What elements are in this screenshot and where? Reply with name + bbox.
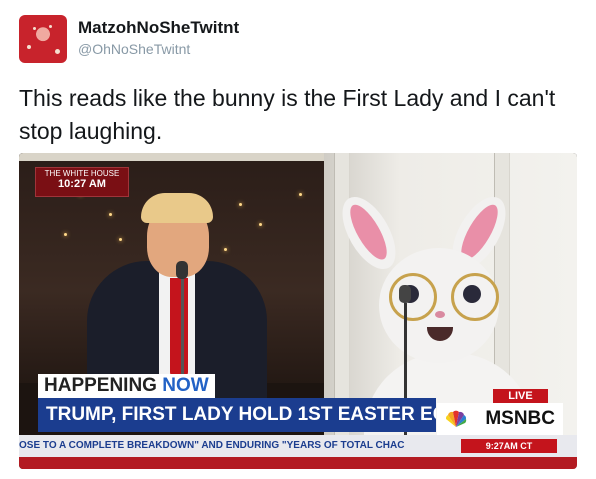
speaker-hair: [141, 193, 213, 223]
microphone-icon: [176, 261, 188, 279]
tweet-text: This reads like the bunny is the First L…: [19, 85, 556, 144]
speaker-tie: [170, 278, 188, 378]
live-badge: LIVE: [493, 389, 548, 403]
bottom-strip: [19, 457, 577, 469]
happening-label: HAPPENING: [44, 375, 157, 396]
headline-chyron: TRUMP, FIRST LADY HOLD 1ST EASTER EGG RO…: [38, 398, 436, 432]
now-label: NOW: [162, 375, 209, 396]
network-name: MSNBC: [485, 408, 555, 429]
bunny-nose: [435, 311, 445, 318]
user-handle[interactable]: @OhNoSheTwitnt: [78, 41, 190, 57]
ticker-text: OSE TO A COMPLETE BREAKDOWN" AND ENDURIN…: [19, 440, 405, 451]
peacock-icon: [445, 410, 467, 427]
tweet-card: MatzohNoSheTwitnt @OhNoSheTwitnt This re…: [0, 0, 596, 479]
location-bug: THE WHITE HOUSE 10:27 AM: [35, 167, 129, 197]
display-name[interactable]: MatzohNoSheTwitnt: [78, 18, 239, 38]
ticker-time: 9:27AM CT: [461, 439, 557, 453]
bug-time: 10:27 AM: [58, 178, 106, 190]
bunny-glasses: [389, 273, 437, 321]
tweet-media-image[interactable]: THE WHITE HOUSE 10:27 AM HAPPENING NOW T…: [19, 153, 577, 469]
happening-now-banner: HAPPENING NOW: [38, 374, 215, 398]
avatar[interactable]: [19, 15, 67, 63]
